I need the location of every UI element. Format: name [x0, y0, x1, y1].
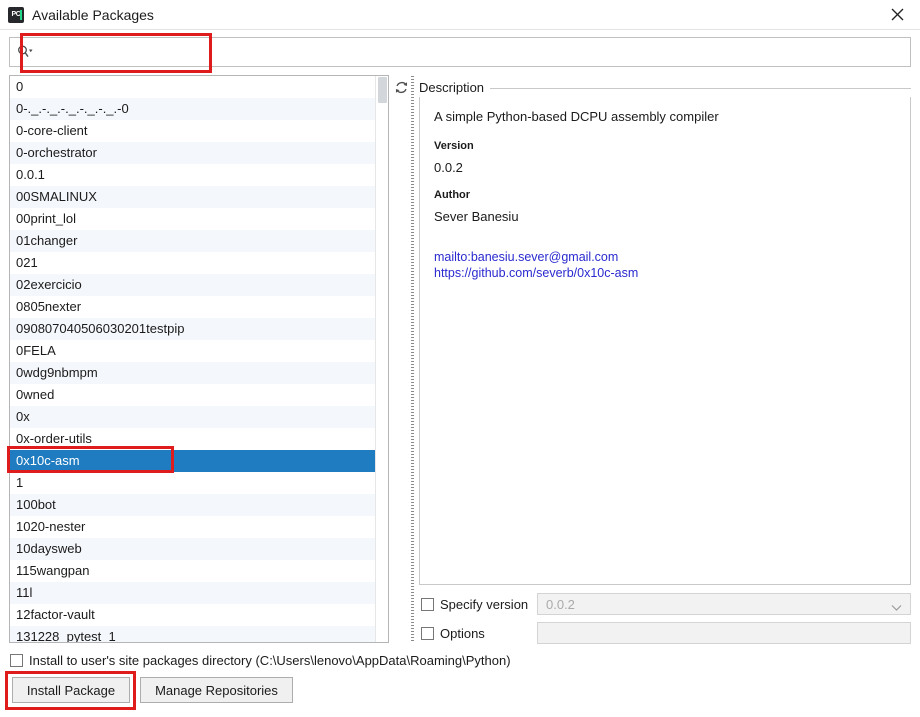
- titlebar-divider: [0, 29, 920, 30]
- package-list-item[interactable]: 0wned: [10, 384, 376, 406]
- options-row: Options: [421, 622, 911, 644]
- package-list-item[interactable]: 11l: [10, 582, 376, 604]
- search-field[interactable]: [9, 37, 911, 67]
- package-list-item[interactable]: 0wdg9nbmpm: [10, 362, 376, 384]
- package-list-item[interactable]: 0805nexter: [10, 296, 376, 318]
- description-group-border: [419, 88, 911, 89]
- package-list[interactable]: 0 0-._.-._.-._.-._.-._.-0 0-core-client 0-o…: [9, 75, 389, 643]
- package-list-item[interactable]: 0-._.-._.-._.-._.-._.-0: [10, 98, 376, 120]
- specify-version-label: Specify version: [440, 596, 529, 612]
- search-icon[interactable]: [10, 38, 40, 66]
- manage-repositories-button[interactable]: Manage Repositories: [140, 677, 293, 703]
- chevron-down-icon: [891, 600, 902, 615]
- package-list-item[interactable]: 0.0.1: [10, 164, 376, 186]
- package-list-item[interactable]: 0-core-client: [10, 120, 376, 142]
- package-list-item[interactable]: 0x-order-utils: [10, 428, 376, 450]
- package-list-item[interactable]: 100bot: [10, 494, 376, 516]
- author-value: Sever Banesiu: [434, 208, 519, 224]
- close-icon[interactable]: [874, 0, 920, 29]
- refresh-icon[interactable]: [391, 77, 411, 97]
- package-list-scrollbar[interactable]: [375, 76, 388, 642]
- description-content: A simple Python-based DCPU assembly comp…: [419, 97, 911, 585]
- description-legend: Description: [419, 80, 491, 96]
- package-list-item[interactable]: 00print_lol: [10, 208, 376, 230]
- package-summary: A simple Python-based DCPU assembly comp…: [434, 109, 719, 124]
- package-list-item[interactable]: 115wangpan: [10, 560, 376, 582]
- package-list-item[interactable]: 1020-nester: [10, 516, 376, 538]
- version-label: Version: [434, 139, 474, 152]
- package-links: mailto:banesiu.sever@gmail.com https://g…: [434, 250, 896, 281]
- package-list-item[interactable]: 02exercicio: [10, 274, 376, 296]
- pycharm-icon: PC: [8, 6, 24, 23]
- options-checkbox[interactable]: [421, 626, 434, 640]
- specify-version-row: Specify version 0.0.2: [421, 593, 911, 615]
- homepage-link[interactable]: https://github.com/severb/0x10c-asm: [434, 266, 896, 282]
- package-list-item[interactable]: 00SMALINUX: [10, 186, 376, 208]
- install-package-button[interactable]: Install Package: [12, 677, 130, 703]
- user-site-checkbox[interactable]: [10, 653, 23, 667]
- user-site-row: Install to user's site packages director…: [10, 650, 511, 670]
- package-list-item[interactable]: 01changer: [10, 230, 376, 252]
- package-list-scrollbar-thumb[interactable]: [378, 77, 387, 103]
- package-list-item[interactable]: 0-orchestrator: [10, 142, 376, 164]
- specify-version-checkbox[interactable]: [421, 597, 434, 611]
- title-bar: PC Available Packages: [0, 0, 920, 29]
- window-title: Available Packages: [32, 6, 154, 23]
- description-group: Description A simple Python-based DCPU a…: [419, 80, 911, 585]
- user-site-label: Install to user's site packages director…: [29, 652, 511, 668]
- package-list-item[interactable]: 10daysweb: [10, 538, 376, 560]
- package-list-item[interactable]: 0x10c-asm: [10, 450, 376, 472]
- mailto-link[interactable]: mailto:banesiu.sever@gmail.com: [434, 250, 896, 266]
- version-dropdown-value: 0.0.2: [546, 596, 575, 612]
- author-label: Author: [434, 188, 471, 201]
- panel-splitter[interactable]: [409, 76, 416, 642]
- package-list-item[interactable]: 131228_pytest_1: [10, 626, 376, 642]
- version-dropdown[interactable]: 0.0.2: [537, 593, 911, 615]
- options-label: Options: [440, 625, 485, 641]
- search-input[interactable]: [40, 39, 910, 65]
- package-list-rows: 0 0-._.-._.-._.-._.-._.-0 0-core-client 0-o…: [10, 76, 376, 642]
- package-list-item[interactable]: 090807040506030201testpip: [10, 318, 376, 340]
- version-value: 0.0.2: [434, 159, 463, 175]
- package-list-item[interactable]: 1: [10, 472, 376, 494]
- options-input[interactable]: [537, 622, 911, 644]
- package-list-item[interactable]: 0: [10, 76, 376, 98]
- package-list-item[interactable]: 0x: [10, 406, 376, 428]
- package-list-item[interactable]: 021: [10, 252, 376, 274]
- package-list-item[interactable]: 0FELA: [10, 340, 376, 362]
- package-list-item[interactable]: 12factor-vault: [10, 604, 376, 626]
